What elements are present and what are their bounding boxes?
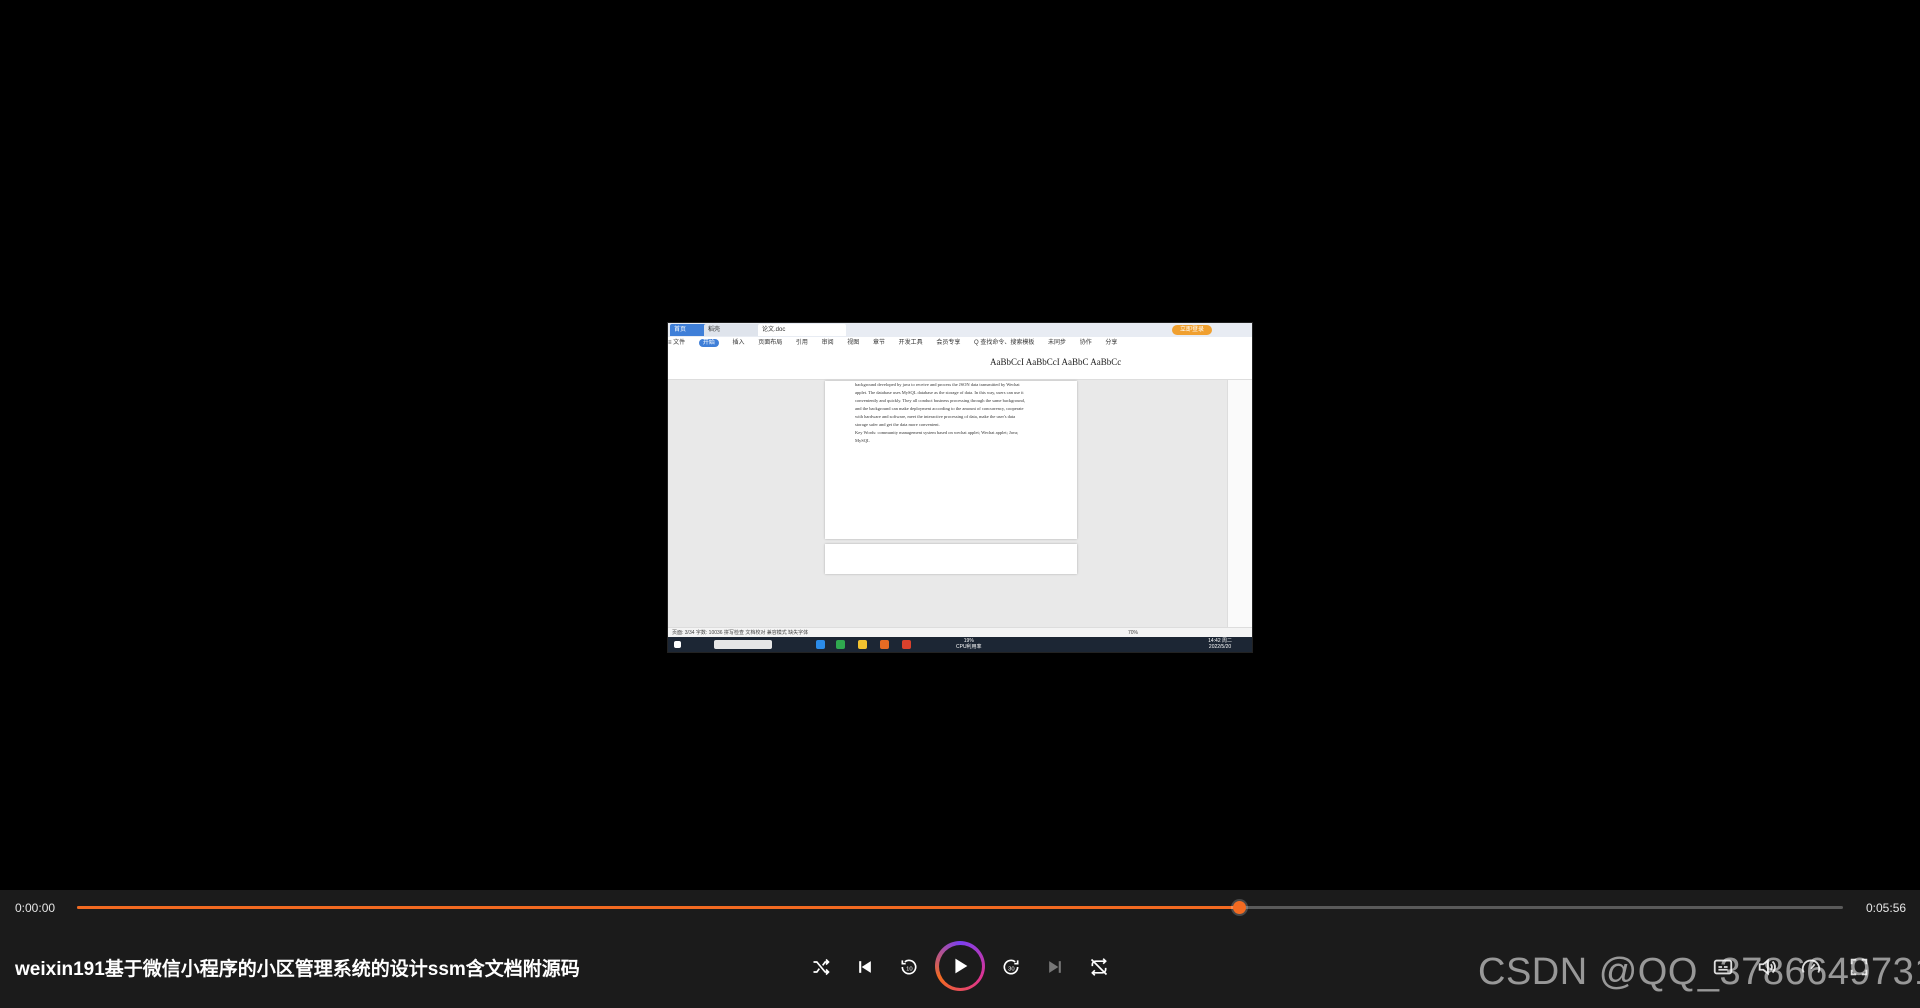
firefox-icon bbox=[880, 640, 889, 649]
wps-tab-document: 论文.doc bbox=[758, 324, 846, 336]
video-title: weixin191基于微信小程序的小区管理系统的设计ssm含文档附源码 bbox=[15, 959, 580, 980]
doc-line: with hardware and software, meet the int… bbox=[855, 414, 1016, 419]
doc-line: Key Words: community management system b… bbox=[855, 430, 1019, 435]
video-frame: 首页 稻壳 论文.doc 立即登录 ≡ 文件 开始 插入 页面布局 引用 审阅 … bbox=[668, 323, 1252, 652]
wps-menu-layout: 页面布局 bbox=[758, 340, 783, 346]
doc-line: MySQL bbox=[855, 438, 870, 443]
wps-menu-member: 会员专享 bbox=[936, 340, 961, 346]
wps-menu-devtools: 开发工具 bbox=[898, 340, 923, 346]
duration-time: 0:05:56 bbox=[1866, 901, 1907, 915]
svg-text:30: 30 bbox=[1008, 966, 1015, 972]
doc-line: applet. The database uses MySQL database… bbox=[855, 390, 1024, 395]
wps-right-sidebar bbox=[1227, 380, 1252, 630]
previous-button[interactable] bbox=[852, 954, 878, 980]
wps-menu-chapter: 章节 bbox=[872, 340, 885, 346]
shuffle-button[interactable] bbox=[808, 954, 834, 980]
forward-30-button[interactable]: 30 bbox=[998, 954, 1024, 980]
taskbar-clock: 14:42 周二 2022/5/20 bbox=[1208, 638, 1232, 650]
wps-collab: 协作 bbox=[1079, 340, 1092, 346]
wps-menu-start: 开始 bbox=[698, 339, 719, 347]
repeat-button[interactable] bbox=[1086, 954, 1112, 980]
wps-style-gallery: AaBbCcI AaBbCcI AaBbC AaBbCc bbox=[990, 357, 1122, 367]
progress-fill bbox=[77, 906, 1240, 909]
progress-track[interactable] bbox=[77, 901, 1843, 914]
wps-tab-home: 首页 bbox=[670, 324, 708, 336]
edge-icon bbox=[816, 640, 825, 649]
wps-menu-reference: 引用 bbox=[795, 340, 808, 346]
cpu-label: CPU利用率 bbox=[956, 644, 982, 650]
wps-tab-docer: 稻壳 bbox=[704, 324, 762, 336]
wps-page-next bbox=[825, 544, 1077, 574]
folder-icon bbox=[858, 640, 867, 649]
repeat-off-icon bbox=[1090, 958, 1108, 976]
wps-menu-review: 审阅 bbox=[821, 340, 834, 346]
wps-app-icon bbox=[902, 640, 911, 649]
wps-share: 分享 bbox=[1105, 340, 1118, 346]
next-icon bbox=[1049, 961, 1061, 973]
wps-menu-file: ≡ 文件 bbox=[668, 340, 686, 346]
wps-status-text: 页面: 3/34 字数: 10036 拼写检查 文档校对 兼容模式 缺失字体 bbox=[672, 630, 809, 636]
play-button-inner bbox=[938, 944, 982, 988]
chrome-icon bbox=[836, 640, 845, 649]
video-viewport[interactable]: 首页 稻壳 论文.doc 立即登录 ≡ 文件 开始 插入 页面布局 引用 审阅 … bbox=[0, 0, 1920, 890]
wps-ribbon: AaBbCcI AaBbCcI AaBbC AaBbCc bbox=[668, 349, 1252, 380]
csdn-watermark: CSDN @QQ_3786649731 bbox=[1478, 951, 1920, 993]
rewind-10-icon: 10 bbox=[901, 959, 917, 975]
wps-login-badge: 立即登录 bbox=[1172, 325, 1212, 335]
rewind-10-button[interactable]: 10 bbox=[896, 954, 922, 980]
wps-sync: 未同步 bbox=[1048, 340, 1067, 346]
doc-line: conveniently and quickly. They all condu… bbox=[855, 398, 1025, 403]
next-button[interactable] bbox=[1042, 954, 1068, 980]
windows-taskbar: 19% CPU利用率 14:42 周二 2022/5/20 bbox=[668, 637, 1252, 652]
doc-line: storage safer and get the data more conv… bbox=[855, 422, 940, 427]
wps-search: Q 查找命令、搜索模板 bbox=[974, 340, 1035, 346]
cpu-meter: 19% CPU利用率 bbox=[956, 638, 982, 650]
windows-start-icon bbox=[674, 641, 681, 648]
doc-line: and the background can make deployment a… bbox=[855, 406, 1024, 411]
shuffle-icon bbox=[813, 958, 830, 976]
clock-date: 2022/5/20 bbox=[1208, 644, 1232, 650]
progress-thumb[interactable] bbox=[1232, 901, 1246, 914]
taskbar-search-icon bbox=[714, 640, 772, 649]
wps-menu-view: 视图 bbox=[847, 340, 860, 346]
forward-30-icon: 30 bbox=[1003, 959, 1019, 975]
svg-text:10: 10 bbox=[906, 966, 913, 972]
play-button[interactable] bbox=[935, 941, 985, 991]
doc-line: background developed by java to receive … bbox=[855, 382, 1020, 387]
wps-page: background developed by java to receive … bbox=[825, 381, 1077, 539]
previous-icon bbox=[859, 961, 871, 973]
wps-menu-insert: 插入 bbox=[732, 340, 745, 346]
current-time: 0:00:00 bbox=[15, 901, 56, 915]
wps-titlebar: 首页 稻壳 论文.doc 立即登录 bbox=[668, 323, 1252, 337]
play-icon bbox=[955, 958, 968, 974]
